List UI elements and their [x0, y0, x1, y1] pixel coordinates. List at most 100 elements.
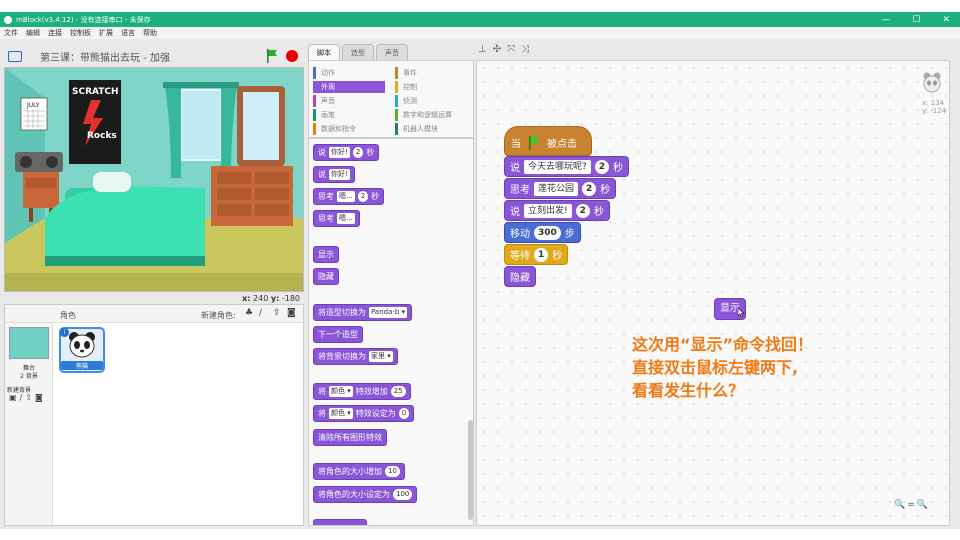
- palette-partial-block[interactable]: [313, 519, 367, 525]
- sprite-info-icon[interactable]: i: [60, 328, 69, 337]
- block-label: 思考: [318, 192, 334, 201]
- script-hide-block[interactable]: 隐藏: [504, 266, 536, 287]
- palette-think-block[interactable]: 思考 嗯...: [313, 210, 360, 227]
- backdrop-library-icon[interactable]: ▣: [9, 393, 17, 402]
- palette-think-secs-block[interactable]: 思考 嗯... 2 秒: [313, 188, 385, 205]
- stage-canvas[interactable]: JULY SCRATCH Rocks: [4, 67, 304, 292]
- number-slot[interactable]: 1: [534, 247, 549, 262]
- delete-icon[interactable]: ✣: [493, 44, 501, 55]
- category-operators[interactable]: 数字和逻辑运算: [395, 109, 467, 121]
- menu-board[interactable]: 控制板: [70, 28, 91, 38]
- script-wait-block[interactable]: 等待 1 秒: [504, 244, 569, 265]
- palette-hide-block[interactable]: 隐藏: [313, 268, 339, 285]
- category-sound[interactable]: 声音: [313, 95, 385, 107]
- text-slot[interactable]: 你好!: [329, 147, 350, 158]
- backdrop-upload-icon[interactable]: ⇪: [25, 393, 32, 402]
- tab-sounds[interactable]: 声音: [376, 44, 408, 60]
- text-slot[interactable]: 嗯...: [337, 213, 355, 224]
- sprite-library-icon[interactable]: ♣: [245, 308, 255, 318]
- stage-selector[interactable]: 舞台 2 背景 新建背景 ▣ / ⇪ ◙: [5, 323, 53, 525]
- minimize-button[interactable]: —: [881, 15, 890, 25]
- backdrop-dropdown[interactable]: 家里 ▾: [369, 351, 393, 362]
- category-looks[interactable]: 外观: [313, 81, 385, 93]
- text-slot[interactable]: 莲花公园: [534, 181, 579, 196]
- block-label: 将角色的大小设定为: [318, 490, 390, 499]
- category-motion[interactable]: 动作: [313, 67, 385, 79]
- duplicate-icon[interactable]: ⊥: [478, 44, 487, 55]
- text-slot[interactable]: 你好!: [329, 169, 350, 180]
- costume-dropdown[interactable]: Panda-b ▾: [369, 307, 408, 318]
- menu-extensions[interactable]: 扩展: [99, 28, 113, 38]
- palette-say-secs-block[interactable]: 说 你好! 2 秒: [313, 144, 380, 161]
- stage-thumbnail[interactable]: [9, 327, 49, 359]
- grow-icon[interactable]: ⤧: [507, 44, 515, 55]
- text-slot[interactable]: 嗯...: [337, 191, 355, 202]
- number-slot[interactable]: 2: [594, 159, 610, 174]
- number-slot[interactable]: 2: [352, 147, 364, 158]
- number-slot[interactable]: 10: [385, 466, 400, 477]
- category-events[interactable]: 事件: [395, 67, 467, 79]
- menu-file[interactable]: 文件: [4, 28, 18, 38]
- x-label: x:: [242, 294, 251, 303]
- palette-say-block[interactable]: 说 你好!: [313, 166, 355, 183]
- palette-switch-backdrop-block[interactable]: 将背景切换为 家里 ▾: [313, 348, 398, 365]
- zoom-out-icon[interactable]: 🔍: [894, 500, 905, 510]
- menu-edit[interactable]: 编辑: [26, 28, 40, 38]
- number-slot[interactable]: 2: [357, 191, 369, 202]
- menu-bar: 文件 编辑 连接 控制板 扩展 语言 帮助: [0, 27, 960, 39]
- green-flag-icon[interactable]: [266, 49, 278, 63]
- category-pen[interactable]: 画笔: [313, 109, 385, 121]
- palette-switch-costume-block[interactable]: 将造型切换为 Panda-b ▾: [313, 304, 413, 321]
- menu-connect[interactable]: 连接: [48, 28, 62, 38]
- category-sensing[interactable]: 侦测: [395, 95, 467, 107]
- text-slot[interactable]: 立刻出发!: [524, 203, 572, 218]
- tab-costumes[interactable]: 造型: [342, 44, 374, 60]
- camera-icon[interactable]: ◙: [287, 308, 297, 318]
- palette-show-block[interactable]: 显示: [313, 246, 339, 263]
- zoom-in-icon[interactable]: 🔍: [917, 500, 928, 510]
- maximize-button[interactable]: ☐: [912, 15, 920, 25]
- script-move-block[interactable]: 移动 300 步: [504, 222, 581, 243]
- palette-set-size-block[interactable]: 将角色的大小设定为 100: [313, 486, 418, 503]
- effect-dropdown[interactable]: 颜色 ▾: [329, 408, 353, 419]
- palette-next-costume-block[interactable]: 下一个造型: [313, 326, 363, 343]
- palette-change-size-block[interactable]: 将角色的大小增加 10: [313, 463, 405, 480]
- number-slot[interactable]: 2: [582, 181, 597, 196]
- backdrop-camera-icon[interactable]: ◙: [35, 393, 43, 402]
- paint-brush-icon[interactable]: /: [259, 308, 269, 318]
- text-slot[interactable]: 今天去哪玩呢?: [524, 159, 591, 174]
- tab-scripts[interactable]: 脚本: [308, 44, 340, 60]
- close-button[interactable]: ✕: [942, 15, 950, 25]
- palette-set-effect-block[interactable]: 将 颜色 ▾ 特效设定为 0: [313, 405, 415, 422]
- category-data[interactable]: 数据和指令: [313, 123, 385, 135]
- backdrop-paint-icon[interactable]: /: [20, 393, 23, 402]
- sprite-x: x: 134: [922, 99, 945, 107]
- current-sprite-icon: [923, 72, 941, 93]
- number-slot[interactable]: 25: [390, 386, 406, 397]
- zoom-reset-button[interactable]: =: [907, 500, 915, 510]
- category-control[interactable]: 控制: [395, 81, 467, 93]
- category-robots[interactable]: 机器人模块: [395, 123, 467, 135]
- script-say-block-1[interactable]: 说 今天去哪玩呢? 2 秒: [504, 156, 630, 177]
- menu-help[interactable]: 帮助: [143, 28, 157, 38]
- when-flag-clicked-block[interactable]: 当 被点击: [504, 126, 592, 156]
- palette-scrollbar[interactable]: [468, 140, 473, 520]
- number-slot[interactable]: 100: [393, 489, 413, 500]
- script-say-block-2[interactable]: 说 立刻出发! 2 秒: [504, 200, 610, 221]
- menu-language[interactable]: 语言: [121, 28, 135, 38]
- effect-dropdown[interactable]: 颜色 ▾: [329, 386, 353, 397]
- sprite-panda[interactable]: i 熊猫: [59, 327, 105, 373]
- script-think-block[interactable]: 思考 莲花公园 2 秒: [504, 178, 617, 199]
- stop-icon[interactable]: [286, 50, 298, 62]
- number-slot[interactable]: 0: [398, 408, 410, 419]
- shrink-icon[interactable]: ⤨: [521, 44, 529, 55]
- block-label: 特效增加: [355, 387, 388, 396]
- palette-change-effect-block[interactable]: 将 颜色 ▾ 特效增加 25: [313, 383, 411, 400]
- palette-clear-effects-block[interactable]: 清除所有图形特效: [313, 429, 387, 446]
- number-slot[interactable]: 2: [575, 203, 590, 218]
- number-slot[interactable]: 300: [534, 225, 561, 240]
- fullscreen-icon[interactable]: [8, 50, 22, 62]
- sprite-panel: 角色 新建角色: ♣ / ⇪ ◙ 舞台 2 背景 新建背景 ▣ / ⇪ ◙ i: [4, 304, 304, 526]
- palette-scroll-thumb[interactable]: [468, 420, 473, 520]
- upload-icon[interactable]: ⇪: [273, 308, 283, 318]
